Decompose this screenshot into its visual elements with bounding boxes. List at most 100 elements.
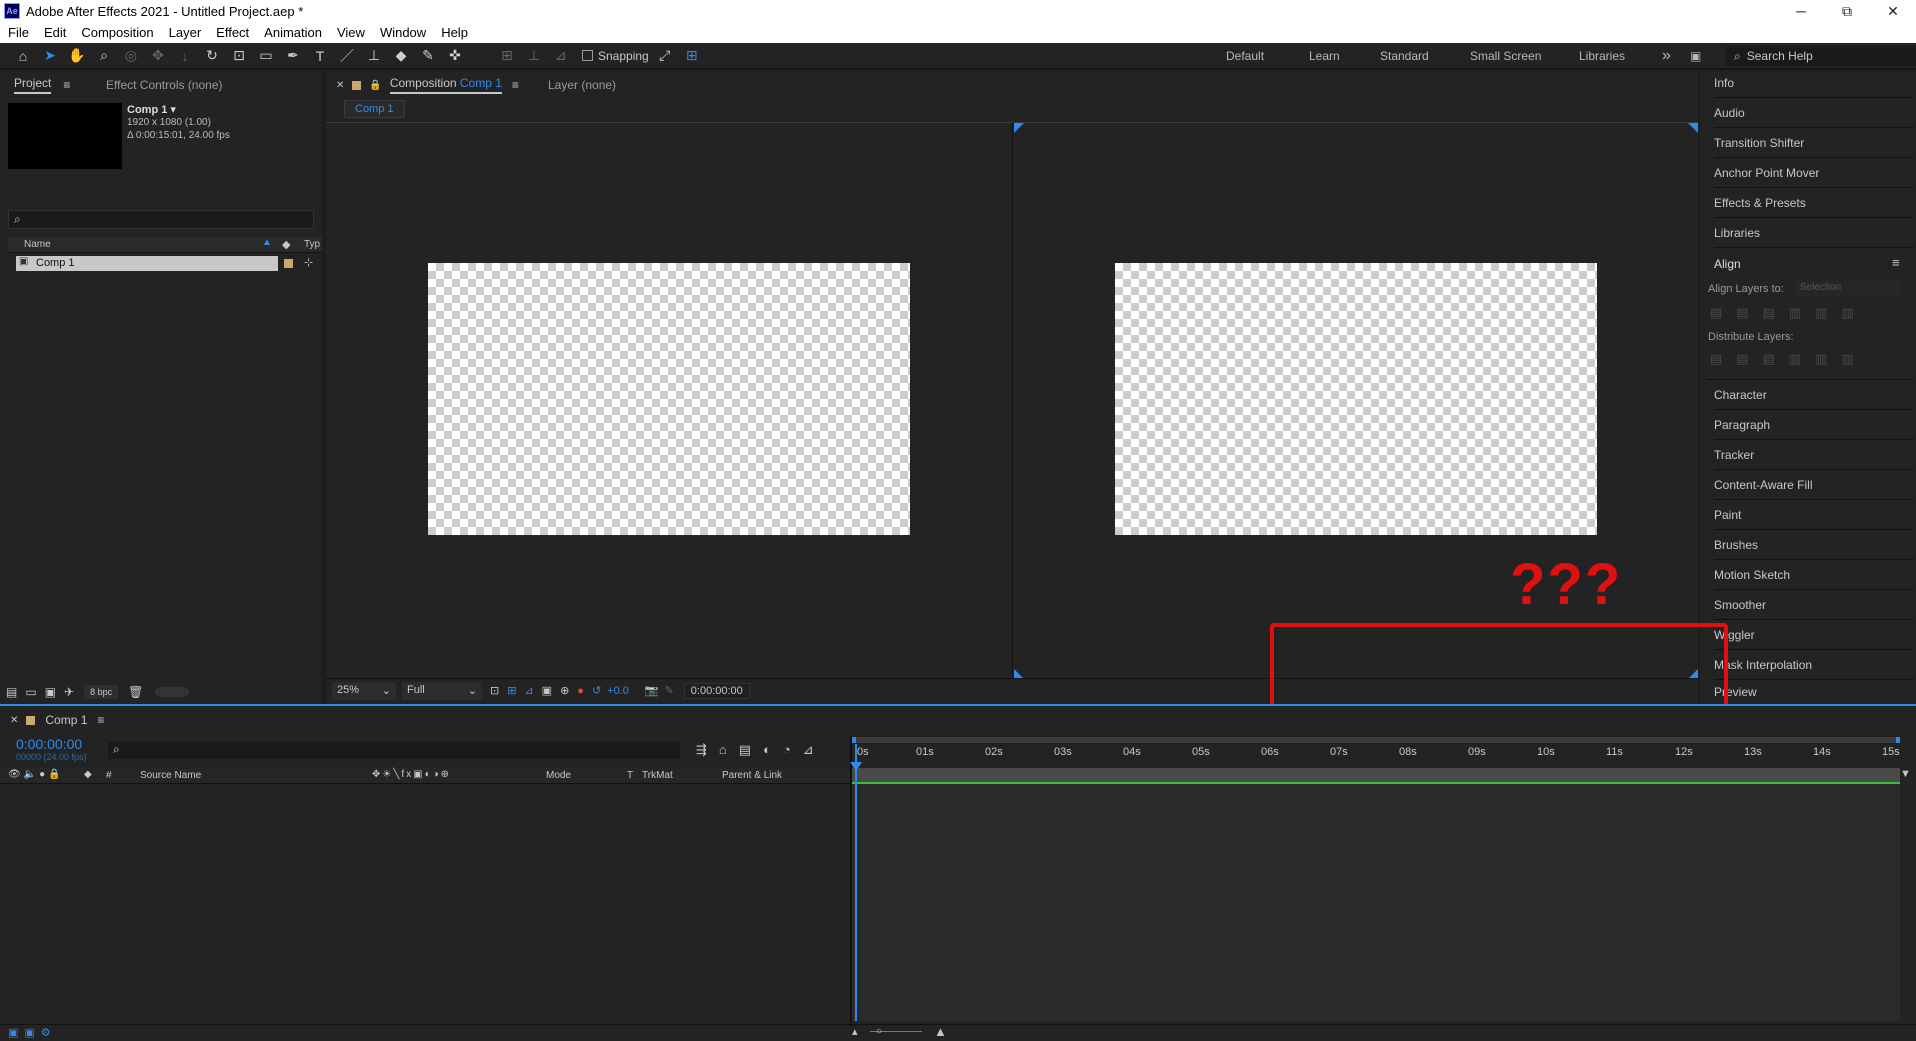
snapping-toggle[interactable]: Snapping (582, 49, 649, 63)
workspace-more-icon[interactable]: » (1662, 43, 1671, 69)
label-tag-icon[interactable]: ◆ (282, 238, 290, 251)
interpret-footage-icon[interactable]: ▤ (6, 685, 17, 699)
project-item-row[interactable]: ▣ Comp 1 (16, 256, 278, 271)
label-color-swatch[interactable] (284, 259, 293, 268)
libraries-panel-tab[interactable]: Libraries (1714, 219, 1914, 248)
comp-canvas-left[interactable] (428, 263, 910, 535)
pan-camera-icon[interactable]: ✥ (147, 46, 169, 66)
tracker-panel-tab[interactable]: Tracker (1714, 441, 1914, 470)
effects-presets-tab[interactable]: Effects & Presets (1714, 189, 1914, 218)
flowchart-icon[interactable]: ⊹ (304, 256, 313, 269)
footer-toggle-icons[interactable]: ▣▣⚙ (8, 1026, 57, 1039)
menu-layer[interactable]: Layer (169, 25, 202, 40)
local-axis-icon[interactable]: ⊞ (496, 46, 518, 66)
time-navigator-bar[interactable] (852, 737, 1900, 743)
paint-panel-tab[interactable]: Paint (1714, 501, 1914, 530)
bpc-button[interactable]: 8 bpc (84, 685, 119, 699)
menu-edit[interactable]: Edit (44, 25, 66, 40)
minimize-button[interactable]: ─ (1778, 0, 1824, 22)
character-panel-tab[interactable]: Character (1714, 381, 1914, 410)
time-ruler[interactable]: 0s 01s 02s 03s 04s 05s 06s 07s 08s 09s 1… (852, 746, 1904, 768)
orbit-camera-icon[interactable]: ◎ (120, 46, 142, 66)
sort-up-icon[interactable]: ▲ (262, 237, 272, 248)
paragraph-panel-tab[interactable]: Paragraph (1714, 411, 1914, 440)
composition-tab[interactable]: ✕ 🔒 Composition Comp 1 ≡ (336, 73, 519, 97)
lock-icon[interactable]: 🔒 (369, 80, 381, 91)
brush-tool-icon[interactable]: ／ (336, 46, 358, 66)
workspace-libraries[interactable]: Libraries (1579, 43, 1625, 69)
transparency-grid-icon[interactable]: ⊞ (507, 684, 516, 697)
workspace-learn[interactable]: Learn (1309, 43, 1340, 69)
close-tab-icon[interactable]: ✕ (336, 80, 344, 91)
shy-layers-icon[interactable]: ▤ (739, 742, 763, 757)
exposure-value[interactable]: +0.0 (607, 685, 629, 697)
time-graph[interactable] (852, 784, 1900, 1021)
puppet-pin-icon[interactable]: ✜ (444, 46, 466, 66)
snap-edges-icon[interactable]: ⤢ (654, 46, 676, 66)
workspace-small-screen[interactable]: Small Screen (1470, 43, 1541, 69)
transition-shifter-tab[interactable]: Transition Shifter (1714, 129, 1914, 158)
project-search-input[interactable]: ⌕ (8, 210, 314, 229)
timeline-timecode[interactable]: 0:00:00:00 (16, 736, 82, 752)
comp-mini-flowchart-icon[interactable]: ⇶ (696, 742, 719, 757)
work-area-bar[interactable] (852, 768, 1900, 782)
motion-blur-icon[interactable]: ◔ (783, 742, 803, 757)
graph-editor-icon[interactable]: ⊿ (803, 742, 826, 757)
resolution-dropdown[interactable]: Full ⌄ (402, 681, 482, 700)
world-axis-icon[interactable]: ⊥ (523, 46, 545, 66)
fast-previews-icon[interactable]: ⊡ (490, 684, 499, 697)
zoom-dropdown[interactable]: 25% ⌄ (332, 681, 396, 700)
col-type[interactable]: Typ (304, 239, 320, 250)
clone-stamp-icon[interactable]: ⊥ (363, 46, 385, 66)
time-zoom-thumb[interactable]: ○ (876, 1026, 882, 1037)
thumbnail-slider[interactable] (155, 687, 190, 697)
comp-marker-bin-icon[interactable]: ▼ (1900, 768, 1912, 780)
menu-effect[interactable]: Effect (216, 25, 249, 40)
col-layer-number[interactable]: # (106, 770, 112, 781)
workspace-standard[interactable]: Standard (1380, 43, 1429, 69)
motion-sketch-tab[interactable]: Motion Sketch (1714, 561, 1914, 590)
render-queue-icon[interactable]: ✈ (64, 685, 74, 699)
info-panel-tab[interactable]: Info (1714, 69, 1914, 98)
av-switches-icons[interactable]: 👁🔈●🔒 (8, 769, 64, 780)
close-button[interactable]: ✕ (1870, 0, 1916, 22)
label-tag-icon[interactable]: ◆ (84, 769, 92, 780)
current-time-display[interactable]: 0:00:00:00 (683, 682, 750, 699)
comp-flow-tab[interactable]: Comp 1 (344, 100, 405, 118)
col-t[interactable]: T (627, 770, 633, 781)
region-of-interest-icon[interactable]: ▣ (542, 684, 552, 697)
smoother-tab[interactable]: Smoother (1714, 591, 1914, 620)
col-trkmat[interactable]: TrkMat (642, 770, 673, 781)
menu-animation[interactable]: Animation (264, 25, 322, 40)
menu-composition[interactable]: Composition (81, 25, 153, 40)
selection-tool-icon[interactable]: ➤ (39, 46, 61, 66)
mask-interpolation-tab[interactable]: Mask Interpolation (1714, 651, 1914, 680)
anchor-point-mover-tab[interactable]: Anchor Point Mover (1714, 159, 1914, 188)
eraser-tool-icon[interactable]: ◆ (390, 46, 412, 66)
snap-grid-icon[interactable]: ⊞ (681, 46, 703, 66)
new-comp-icon[interactable]: ▣ (45, 685, 56, 699)
panel-menu-icon[interactable]: ≡ (97, 713, 104, 727)
layer-tab[interactable]: Layer (none) (548, 73, 616, 97)
playhead-line[interactable] (855, 744, 857, 1021)
comp-viewer[interactable] (326, 123, 1698, 679)
audio-panel-tab[interactable]: Audio (1714, 99, 1914, 128)
mask-visibility-icon[interactable]: ⊿ (524, 684, 533, 697)
align-to-dropdown[interactable]: Selection (1794, 281, 1902, 297)
zoom-out-icon[interactable]: ▴ (852, 1025, 858, 1038)
comp-canvas-right[interactable] (1115, 263, 1597, 535)
menu-file[interactable]: File (8, 25, 29, 40)
show-snapshot-icon[interactable]: ✎ (665, 684, 674, 697)
menu-view[interactable]: View (337, 25, 365, 40)
zoom-in-icon[interactable]: ▲ (934, 1024, 947, 1039)
close-tab-icon[interactable]: ✕ (10, 715, 18, 726)
menu-help[interactable]: Help (441, 25, 468, 40)
panel-menu-icon[interactable]: ≡ (1892, 255, 1900, 270)
layer-switches-icons[interactable]: ✥☀╲fx▣◐◑⊕ (372, 769, 451, 780)
reset-exposure-icon[interactable]: ↺ (592, 684, 601, 697)
preview-panel-tab[interactable]: Preview (1714, 681, 1914, 703)
pan-behind-icon[interactable]: ⊡ (228, 46, 250, 66)
col-name[interactable]: Name (24, 239, 51, 250)
channel-icon[interactable]: ● (577, 685, 584, 697)
align-buttons-row[interactable]: ▤▤▤▥▥▥ (1710, 305, 1868, 321)
